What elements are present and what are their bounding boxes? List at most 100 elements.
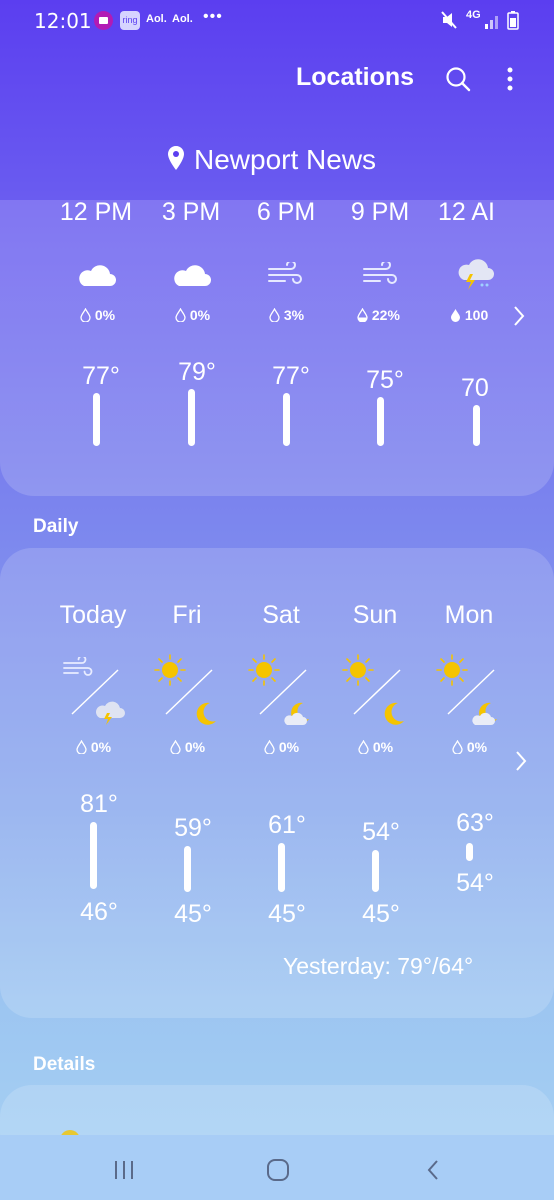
day-label: Sat [262, 601, 300, 629]
moon-cloud-icon [471, 701, 501, 732]
back-icon[interactable] [424, 1158, 442, 1187]
precip-value: 0% [94, 307, 116, 323]
temp-range-bar [90, 822, 97, 889]
droplet-icon [76, 739, 87, 755]
precip: 0% [80, 307, 115, 323]
precip-value: 0% [189, 307, 211, 323]
precip: 22% [357, 307, 400, 323]
recent-apps-icon[interactable] [113, 1158, 135, 1187]
temp-range-bar [184, 846, 191, 892]
precip: 0% [175, 307, 210, 323]
droplet-full-icon [451, 309, 460, 322]
message-icon [94, 11, 113, 30]
precip-value: 0% [466, 739, 488, 755]
hour-label: 6 PM [256, 198, 316, 226]
ring-label: ring [122, 15, 138, 25]
precip: 0% [264, 739, 299, 755]
hour-label: 12 AI [438, 198, 495, 226]
temp-bar [473, 405, 480, 446]
droplet-icon [175, 307, 186, 323]
precip-value: 22% [371, 307, 400, 323]
high-temp: 61° [268, 811, 306, 839]
precip: 100 [450, 307, 498, 323]
precip-value: 0% [184, 739, 206, 755]
precip: 3% [269, 307, 304, 323]
precip-value: 0% [90, 739, 112, 755]
high-temp: 54° [362, 818, 400, 846]
precip-value: 100 [464, 307, 489, 323]
day-label: Mon [444, 601, 494, 629]
more-options-icon[interactable] [505, 66, 515, 99]
more-notifications-icon: ••• [203, 8, 223, 25]
precip: 0% [452, 739, 487, 755]
hour-label: 12 PM [59, 198, 133, 226]
precip: 0% [358, 739, 393, 755]
hourly-next-chevron-icon[interactable] [512, 304, 526, 335]
clock: 12:01 [34, 9, 92, 33]
day-label: Today [59, 601, 127, 629]
network-label: 4G [466, 9, 481, 21]
aol-icon-2: Aol. [172, 13, 193, 25]
location-name: Newport News [194, 144, 377, 175]
details-heading: Details [33, 1054, 96, 1075]
moon-icon [380, 701, 406, 732]
mute-icon [440, 10, 458, 35]
aol-icon: Aol. [146, 13, 167, 25]
day-label: Sun [352, 601, 398, 629]
precip-value: 3% [283, 307, 305, 323]
search-icon[interactable] [445, 66, 471, 97]
droplet-icon [358, 739, 369, 755]
droplet-icon [452, 739, 463, 755]
thunderstorm-icon [94, 700, 128, 731]
locations-button[interactable]: Locations [296, 63, 414, 92]
temp-bar [93, 393, 100, 446]
moon-cloud-icon [283, 701, 317, 732]
cloud-icon [171, 262, 211, 293]
daily-next-chevron-icon[interactable] [514, 749, 528, 780]
temp-range-bar [372, 850, 379, 892]
precip: 0% [76, 739, 111, 755]
wind-icon [267, 260, 303, 293]
thunderstorm-icon [456, 258, 496, 297]
low-temp: 54° [456, 869, 494, 897]
high-temp: 81° [80, 790, 118, 818]
yesterday-temps: Yesterday: 79°/64° [283, 953, 474, 979]
signal-icon [484, 10, 502, 35]
wind-icon [362, 260, 398, 293]
temp-range-bar [278, 843, 285, 892]
high-temp: 63° [456, 809, 494, 837]
hour-temp: 77° [82, 362, 120, 390]
droplet-icon [170, 739, 181, 755]
battery-icon [507, 10, 519, 35]
temp-range-bar [466, 843, 473, 861]
temp-bar [188, 389, 195, 446]
home-icon[interactable] [266, 1158, 290, 1187]
temp-bar [283, 393, 290, 446]
moon-icon [192, 701, 218, 732]
hour-temp: 79° [178, 358, 216, 386]
day-label: Fri [172, 601, 202, 629]
precip-value: 0% [278, 739, 300, 755]
location-pin-icon [168, 146, 184, 170]
low-temp: 45° [362, 900, 400, 928]
precip-value: 0% [372, 739, 394, 755]
cloud-icon [76, 262, 116, 293]
location-title[interactable]: Newport News [166, 144, 376, 176]
daily-heading: Daily [33, 516, 79, 537]
low-temp: 45° [268, 900, 306, 928]
ring-app-icon: ring [120, 11, 140, 30]
hour-label: 9 PM [350, 198, 410, 226]
hour-temp: 77° [272, 362, 310, 390]
droplet-icon [80, 307, 91, 323]
hourly-forecast-card[interactable] [0, 200, 554, 496]
hour-label: 3 PM [161, 198, 221, 226]
hour-temp: 75° [366, 366, 404, 394]
droplet-icon [269, 307, 280, 323]
status-bar: 12:01 ring Aol. Aol. ••• 4G [0, 0, 554, 42]
droplet-icon [264, 739, 275, 755]
hour-temp: 70 [461, 374, 489, 402]
high-temp: 59° [174, 814, 212, 842]
temp-bar [377, 397, 384, 446]
low-temp: 45° [174, 900, 212, 928]
precip: 0% [170, 739, 205, 755]
